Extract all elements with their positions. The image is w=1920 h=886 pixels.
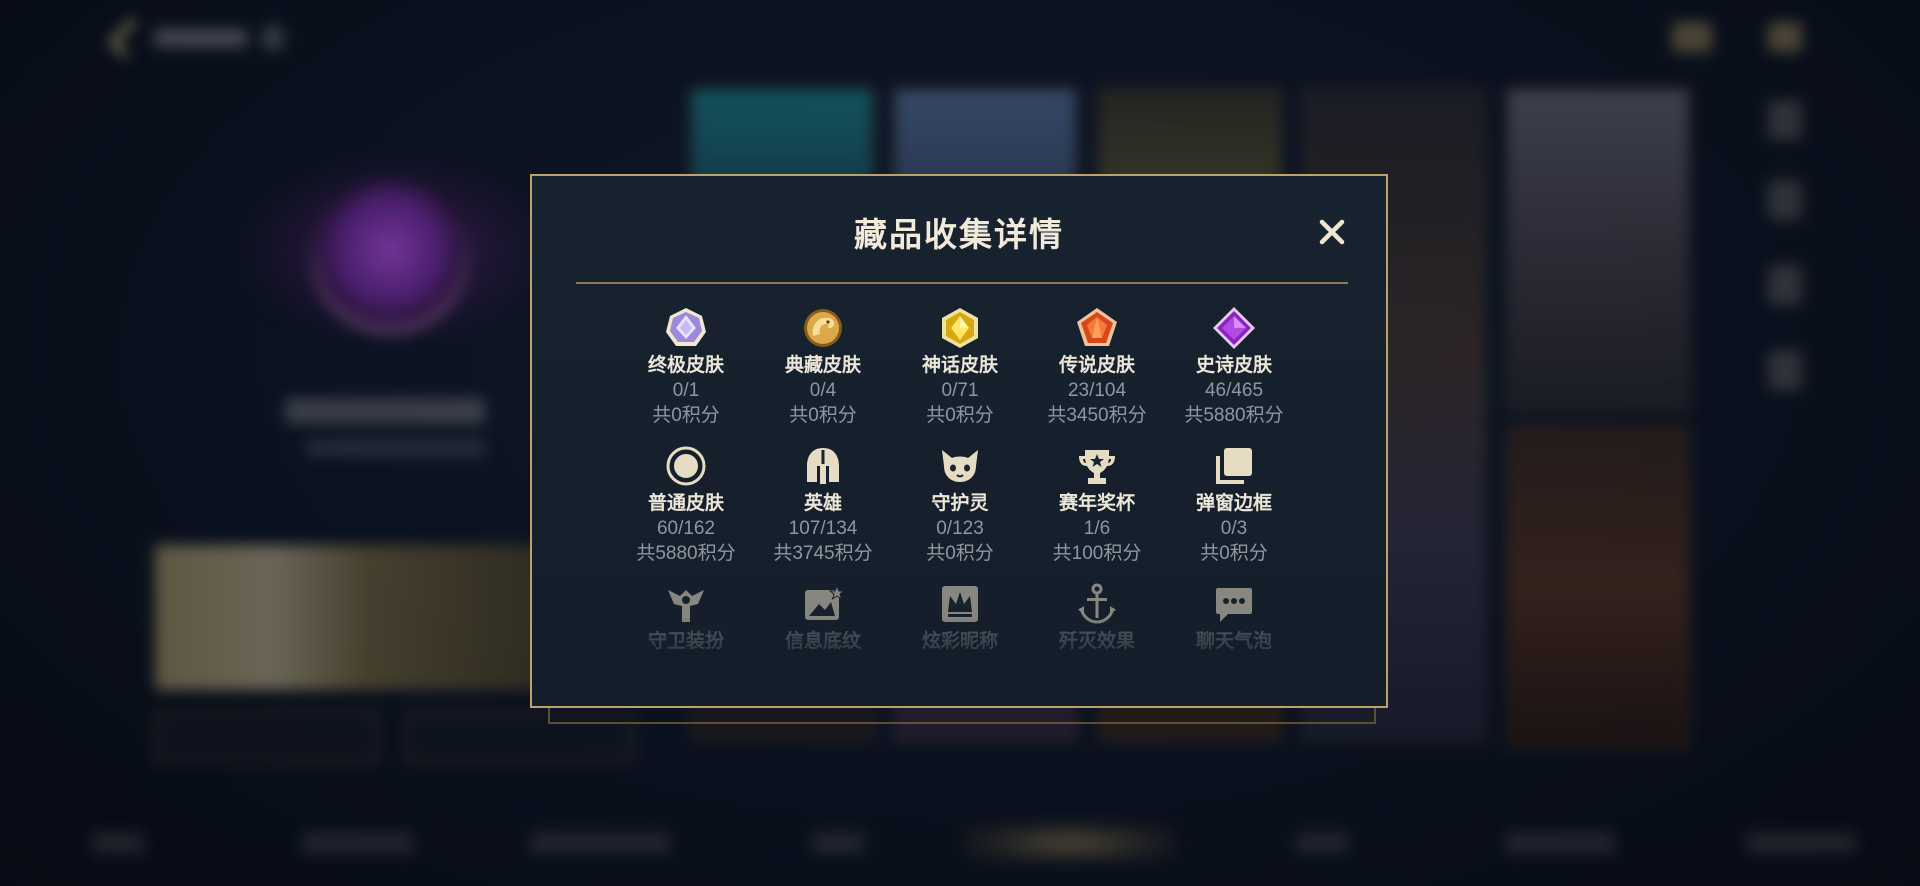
item-name: 史诗皮肤 — [1195, 355, 1272, 376]
item-count: 0/1 — [672, 380, 700, 401]
item-count: 23/104 — [1067, 380, 1127, 401]
item-points: 共3450积分 — [1047, 405, 1147, 426]
item-points: 共0积分 — [926, 405, 994, 426]
season-trophy-icon — [1079, 450, 1115, 484]
item-name: 守护灵 — [931, 493, 989, 514]
standard-skin-circle-icon — [666, 446, 706, 486]
item-count: 0/3 — [1220, 518, 1248, 539]
champion-helmet-icon — [807, 448, 839, 484]
collection-item: 守护灵 0/123 共0积分 — [890, 444, 1030, 566]
ward-skin-icon — [668, 590, 704, 622]
item-points: 共0积分 — [926, 543, 994, 564]
item-count: 60/162 — [656, 518, 716, 539]
item-points: 共0积分 — [1200, 543, 1268, 564]
item-points: 共5880积分 — [1184, 405, 1284, 426]
collection-item: 终极皮肤 0/1 共0积分 — [616, 306, 756, 428]
chat-bubble-icon — [1216, 588, 1252, 622]
collection-item: 弹窗边框 0/3 共0积分 — [1164, 444, 1304, 566]
item-name: 赛年奖杯 — [1058, 493, 1135, 514]
prestige-skin-dragon-icon — [804, 309, 842, 347]
item-count: 46/465 — [1204, 380, 1264, 401]
item-count: 107/134 — [788, 518, 858, 539]
item-name: 聊天气泡 — [1195, 631, 1272, 652]
item-name: 典藏皮肤 — [784, 355, 861, 376]
item-name: 炫彩昵称 — [921, 631, 998, 652]
item-points: 共3745积分 — [773, 543, 873, 564]
legendary-skin-gem-icon — [1077, 308, 1117, 346]
collection-item: 信息底纹 — [753, 582, 893, 654]
collection-item: 普通皮肤 60/162 共5880积分 — [616, 444, 756, 566]
chroma-nickname-icon — [942, 586, 978, 622]
info-banner-icon — [805, 584, 845, 620]
item-name: 弹窗边框 — [1195, 493, 1272, 514]
collection-item: 歼灭效果 — [1027, 582, 1167, 654]
collection-grid: 终极皮肤 0/1 共0积分 典藏皮肤 0/4 共0积分 神话皮肤 0/71 共0… — [532, 176, 1386, 706]
collection-details-dialog: 藏品收集详情 终极皮肤 0/1 共0积分 典藏皮肤 0/4 共0积分 神话皮肤 … — [530, 174, 1388, 708]
item-name: 传说皮肤 — [1058, 355, 1135, 376]
item-name: 信息底纹 — [784, 631, 861, 652]
mythic-skin-gem-icon — [942, 308, 978, 348]
collection-item: 神话皮肤 0/71 共0积分 — [890, 306, 1030, 428]
popup-frame-icon — [1216, 448, 1252, 484]
epic-skin-gem-icon — [1213, 307, 1255, 349]
collection-item: 聊天气泡 — [1164, 582, 1304, 654]
game-screen: 藏品收集详情 终极皮肤 0/1 共0积分 典藏皮肤 0/4 共0积分 神话皮肤 … — [0, 0, 1920, 886]
item-points: 共100积分 — [1052, 543, 1142, 564]
item-name: 英雄 — [803, 493, 842, 514]
collection-item: 赛年奖杯 1/6 共100积分 — [1027, 444, 1167, 566]
collection-item: 典藏皮肤 0/4 共0积分 — [753, 306, 893, 428]
ultimate-skin-gem-icon — [666, 308, 706, 346]
item-count: 1/6 — [1083, 518, 1111, 539]
item-name: 神话皮肤 — [921, 355, 998, 376]
item-points: 共0积分 — [652, 405, 720, 426]
item-count: 0/71 — [941, 380, 979, 401]
annihilation-effect-icon — [1078, 583, 1116, 624]
item-count: 0/4 — [809, 380, 837, 401]
collection-item: 守卫装扮 — [616, 582, 756, 654]
item-name: 终极皮肤 — [647, 355, 724, 376]
collection-item: 英雄 107/134 共3745积分 — [753, 444, 893, 566]
collection-item: 传说皮肤 23/104 共3450积分 — [1027, 306, 1167, 428]
collection-item: 史诗皮肤 46/465 共5880积分 — [1164, 306, 1304, 428]
item-name: 守卫装扮 — [647, 631, 724, 652]
item-points: 共5880积分 — [636, 543, 736, 564]
item-points: 共0积分 — [789, 405, 857, 426]
item-count: 0/123 — [936, 518, 984, 539]
item-name: 普通皮肤 — [647, 493, 724, 514]
collection-item: 炫彩昵称 — [890, 582, 1030, 654]
item-name: 歼灭效果 — [1058, 631, 1135, 652]
little-legend-icon — [942, 450, 978, 482]
